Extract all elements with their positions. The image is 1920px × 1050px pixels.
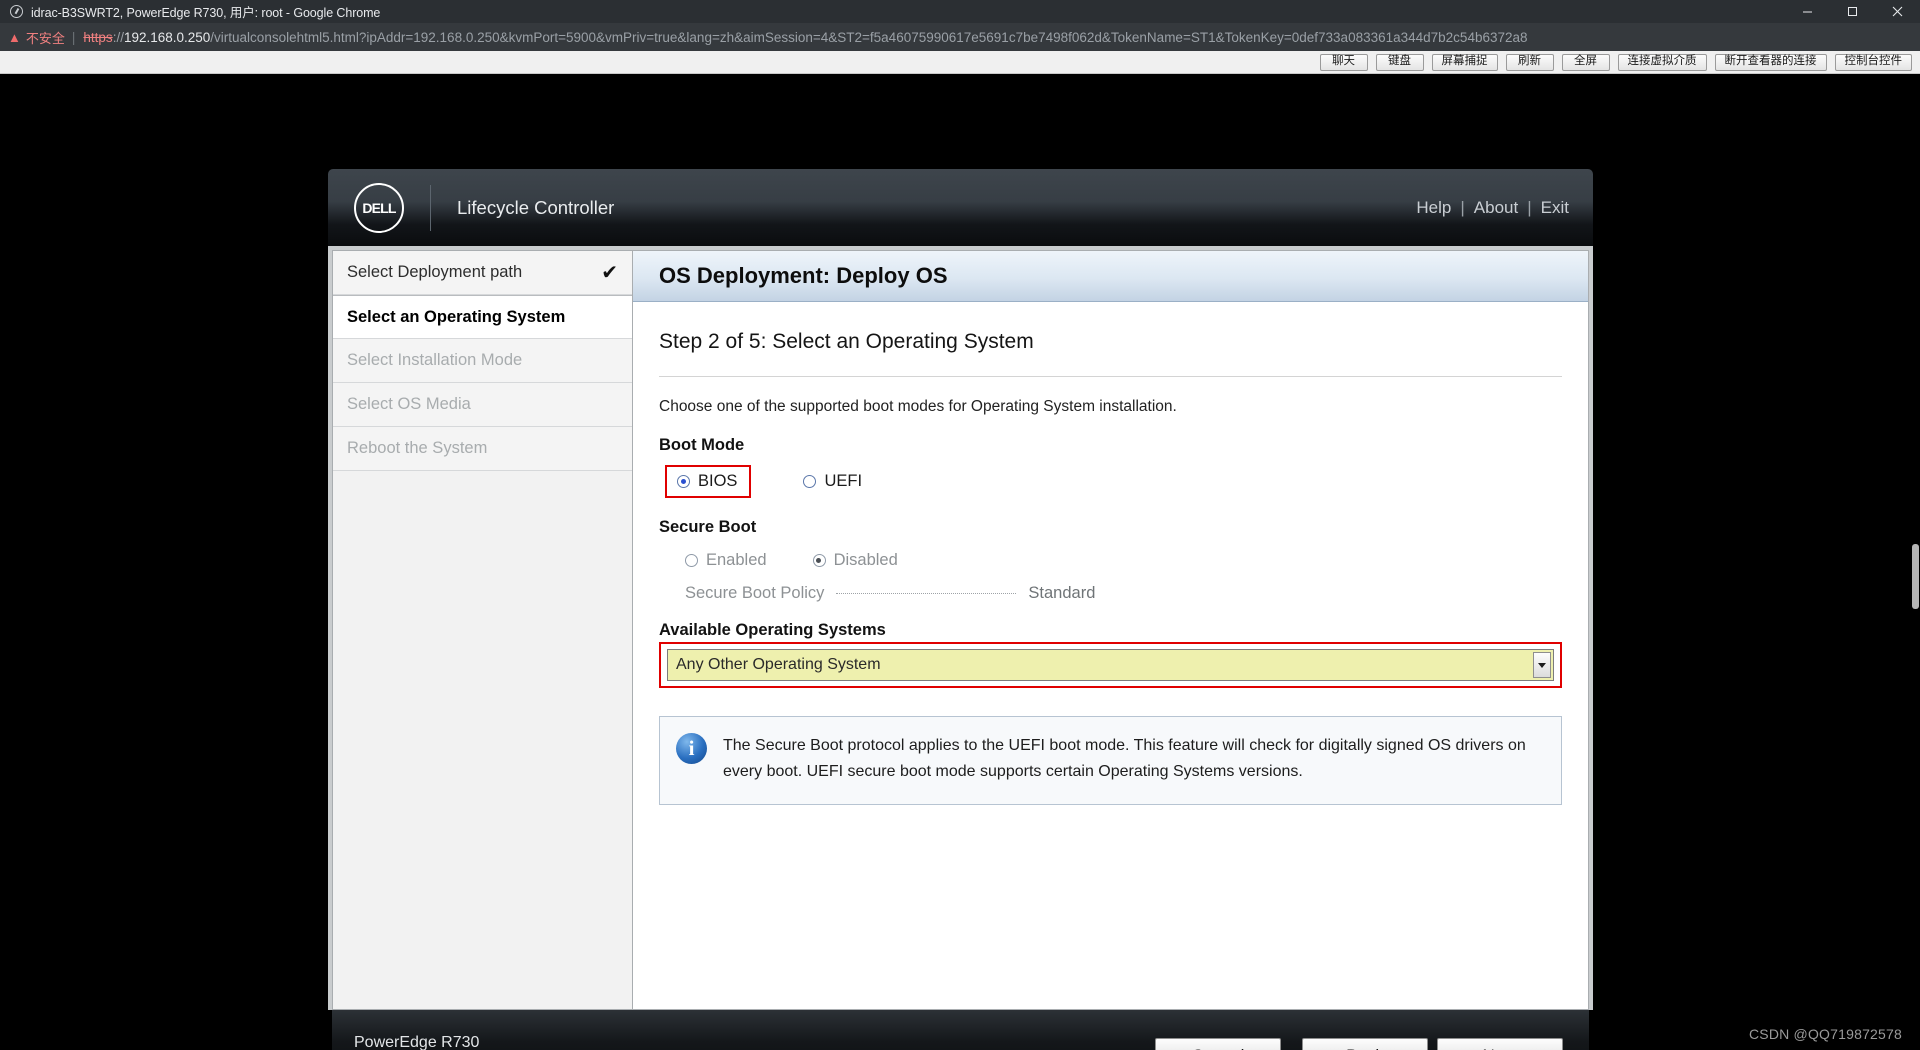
radio-bios-dot: [677, 475, 690, 488]
panel-title-bar: OS Deployment: Deploy OS: [633, 251, 1588, 302]
app-title: Lifecycle Controller: [457, 196, 615, 218]
page-scrollbar[interactable]: [1911, 74, 1920, 1050]
panel-content: Step 2 of 5: Select an Operating System …: [633, 302, 1588, 805]
main-panel: OS Deployment: Deploy OS Step 2 of 5: Se…: [632, 250, 1589, 1010]
available-os-label: Available Operating Systems: [659, 621, 886, 639]
nav-label: Select Installation Mode: [347, 351, 523, 369]
system-model: PowerEdge R730: [354, 1033, 480, 1050]
cancel-button[interactable]: Cancel: [1155, 1037, 1281, 1050]
sidebar-item-reboot-the-system: Reboot the System: [333, 427, 632, 471]
scrollbar-thumb[interactable]: [1912, 544, 1919, 609]
check-icon: ✔: [601, 261, 618, 284]
info-message-box: i The Secure Boot protocol applies to th…: [659, 716, 1562, 805]
nav-label: Select Deployment path: [347, 263, 523, 281]
dell-logo-icon: DELL: [354, 182, 404, 233]
sidebar-item-select-os-media: Select OS Media: [333, 383, 632, 427]
header-link-divider-1: |: [1460, 197, 1465, 217]
secure-boot-policy-row: Secure Boot Policy Standard: [659, 584, 1562, 603]
address-bar[interactable]: ▲ 不安全 | https://192.168.0.250/virtualcon…: [0, 23, 1920, 51]
sidebar-item-select-installation-mode: Select Installation Mode: [333, 339, 632, 383]
nav-label: Select OS Media: [347, 395, 471, 413]
security-warning-label: 不安全: [25, 30, 65, 46]
nav-label: Select an Operating System: [347, 307, 566, 326]
app-footer: PowerEdge R730 Service Tag : 3NJNV52 Can…: [332, 1010, 1589, 1050]
kvm-button-chat[interactable]: 聊天: [1319, 53, 1368, 71]
chevron-down-icon[interactable]: [1533, 652, 1551, 678]
kvm-button-fullscreen[interactable]: 全屏: [1561, 53, 1610, 71]
header-link-divider-2: |: [1527, 197, 1532, 217]
radio-secure-boot-enabled-label: Enabled: [706, 551, 767, 569]
url-scheme: https: [83, 29, 113, 45]
kvm-button-connect-virtual-media[interactable]: 连接虚拟介质: [1617, 53, 1707, 71]
page-title: OS Deployment: Deploy OS: [659, 263, 948, 288]
window-controls: [1785, 0, 1920, 23]
url-host: 192.168.0.250: [123, 29, 211, 45]
lead-description: Choose one of the supported boot modes f…: [659, 398, 1177, 415]
close-icon[interactable]: [1875, 0, 1920, 23]
radio-uefi-dot: [803, 475, 817, 488]
radio-secure-boot-disabled: Disabled: [812, 551, 898, 570]
info-message-text: The Secure Boot protocol applies to the …: [723, 737, 1526, 781]
radio-uefi-label: UEFI: [824, 472, 863, 490]
header-divider: [430, 184, 431, 231]
available-os-highlight: Any Other Operating System: [659, 642, 1562, 688]
header-links: Help | About | Exit: [1416, 198, 1569, 218]
kvm-button-refresh[interactable]: 刷新: [1505, 53, 1554, 71]
nav-label: Reboot the System: [347, 439, 488, 457]
exit-link[interactable]: Exit: [1541, 198, 1569, 218]
kvm-toolbar: 聊天 键盘 屏幕捕捉 刷新 全屏 连接虚拟介质 断开查看器的连接 控制台控件: [0, 51, 1920, 74]
url-separator: ://: [112, 29, 124, 45]
boot-mode-radio-group: BIOS UEFI: [659, 465, 1562, 498]
chrome-favicon-icon: [10, 5, 23, 18]
secure-boot-label: Secure Boot: [659, 518, 757, 536]
watermark: CSDN @QQ719872578: [1748, 1026, 1902, 1042]
minimize-icon[interactable]: [1785, 0, 1830, 23]
dell-logo-text: DELL: [362, 199, 396, 216]
app-body: Select Deployment path ✔ Select an Opera…: [328, 246, 1593, 1010]
radio-secure-boot-enabled-dot: [685, 554, 698, 567]
address-bar-divider: |: [71, 29, 76, 45]
radio-bios[interactable]: BIOS: [665, 465, 752, 498]
app-header: DELL Lifecycle Controller Help | About |…: [328, 169, 1593, 246]
policy-leader-dots: [836, 593, 1017, 594]
lifecycle-controller-app: DELL Lifecycle Controller Help | About |…: [328, 169, 1593, 1050]
info-icon: i: [676, 733, 707, 764]
radio-secure-boot-disabled-dot: [812, 554, 826, 567]
available-os-selected-value: Any Other Operating System: [676, 656, 881, 673]
secure-boot-policy-label: Secure Boot Policy: [685, 584, 825, 602]
footer-buttons: Cancel Back Next: [1155, 1037, 1563, 1050]
url-path-query: /virtualconsolehtml5.html?ipAddr=192.168…: [210, 29, 1528, 45]
sidebar-item-select-an-operating-system[interactable]: Select an Operating System: [333, 295, 632, 339]
warning-triangle-icon: ▲: [8, 29, 21, 45]
boot-mode-label: Boot Mode: [659, 436, 745, 454]
next-button[interactable]: Next: [1437, 1037, 1563, 1050]
about-link[interactable]: About: [1474, 198, 1518, 218]
browser-window-title: idrac-B3SWRT2, PowerEdge R730, 用户: root …: [31, 6, 381, 20]
radio-secure-boot-enabled: Enabled: [685, 551, 767, 570]
kvm-button-keyboard[interactable]: 键盘: [1375, 53, 1424, 71]
radio-secure-boot-disabled-label: Disabled: [833, 551, 898, 569]
help-link[interactable]: Help: [1416, 198, 1451, 218]
system-info: PowerEdge R730 Service Tag : 3NJNV52: [354, 1034, 519, 1050]
radio-bios-label: BIOS: [698, 472, 738, 490]
secure-boot-radio-group: Enabled Disabled: [659, 551, 1562, 570]
step-title: Step 2 of 5: Select an Operating System: [659, 302, 1562, 377]
maximize-icon[interactable]: [1830, 0, 1875, 23]
sidebar-item-select-deployment-path[interactable]: Select Deployment path ✔: [333, 251, 632, 295]
kvm-button-disconnect-viewer[interactable]: 断开查看器的连接: [1714, 53, 1827, 71]
wizard-steps-nav: Select Deployment path ✔ Select an Opera…: [332, 250, 632, 1010]
kvm-button-screen-capture[interactable]: 屏幕捕捉: [1431, 53, 1498, 71]
browser-title-bar: idrac-B3SWRT2, PowerEdge R730, 用户: root …: [0, 0, 1920, 23]
kvm-button-console-controls[interactable]: 控制台控件: [1834, 53, 1912, 71]
back-button[interactable]: Back: [1302, 1037, 1428, 1050]
available-os-dropdown[interactable]: Any Other Operating System: [667, 649, 1554, 681]
kvm-canvas[interactable]: CSDN @QQ719872578 DELL Lifecycle Control…: [0, 74, 1920, 1050]
secure-boot-policy-value: Standard: [1028, 584, 1096, 602]
radio-uefi[interactable]: UEFI: [803, 472, 862, 491]
